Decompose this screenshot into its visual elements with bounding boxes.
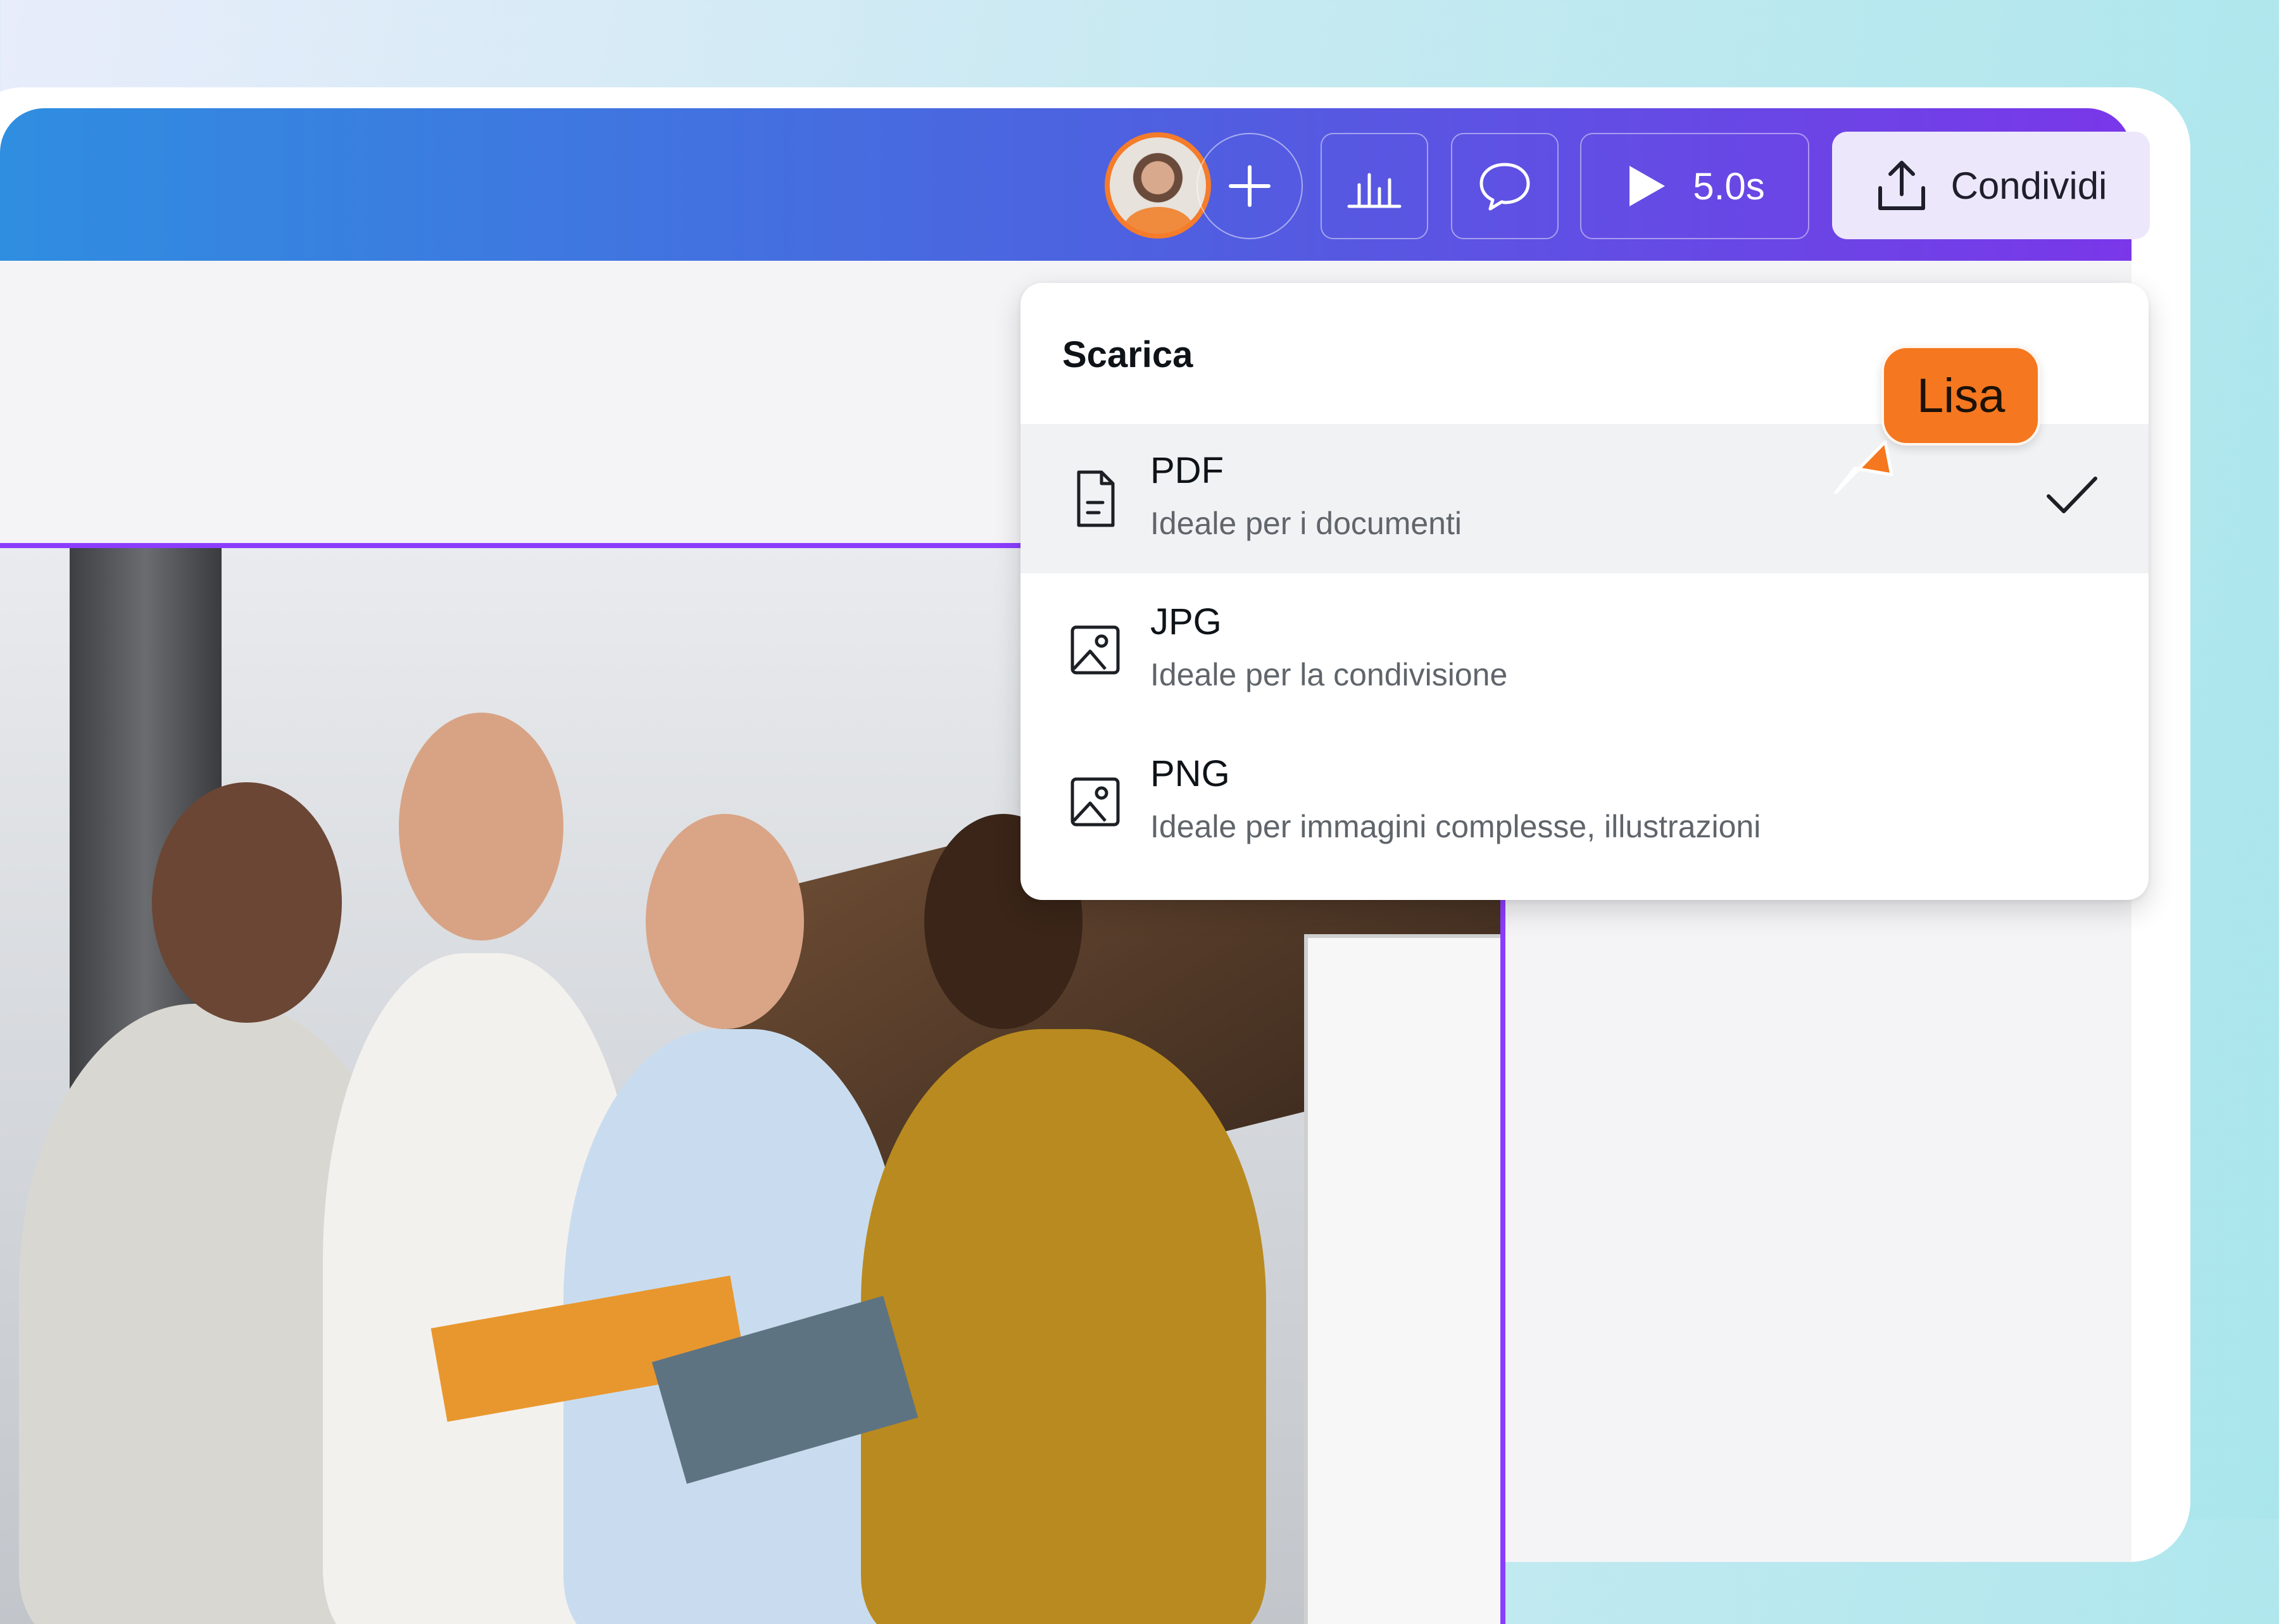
- collaborator-cursor-label: Lisa: [1881, 346, 2041, 446]
- collaborator-avatar[interactable]: [1105, 132, 1211, 239]
- option-label: PDF: [1150, 450, 1224, 491]
- comment-button[interactable]: [1451, 133, 1559, 239]
- person-3-head: [646, 814, 804, 1029]
- download-option-png[interactable]: PNG Ideale per immagini complesse, illus…: [1020, 727, 2149, 877]
- play-button[interactable]: 5.0s: [1580, 133, 1809, 239]
- add-collaborator-button[interactable]: [1196, 133, 1303, 239]
- insights-button[interactable]: [1321, 133, 1428, 239]
- top-toolbar: [0, 108, 2131, 261]
- option-description: Ideale per immagini complesse, illustraz…: [1150, 809, 1761, 844]
- plus-icon: [1229, 165, 1271, 207]
- share-button[interactable]: Condividi: [1832, 132, 2150, 239]
- download-option-pdf[interactable]: PDF Ideale per i documenti: [1020, 424, 2149, 573]
- option-label: PNG: [1150, 753, 1230, 794]
- play-icon: [1629, 166, 1666, 206]
- share-label: Condividi: [1950, 164, 2107, 207]
- bar-chart-icon: [1347, 173, 1402, 208]
- person-1-head: [152, 782, 342, 1023]
- person-4-body: [861, 1029, 1266, 1624]
- option-description: Ideale per la condivisione: [1150, 657, 1508, 692]
- upload-icon: [1878, 161, 1925, 210]
- play-duration: 5.0s: [1693, 165, 1765, 208]
- speech-bubble-icon: [1479, 163, 1530, 211]
- checkmark-icon: [2047, 477, 2097, 513]
- download-option-jpg[interactable]: JPG Ideale per la condivisione: [1020, 575, 2149, 725]
- whiteboard: [1304, 934, 1500, 1624]
- person-2-head: [399, 713, 563, 940]
- option-label: JPG: [1150, 601, 1222, 642]
- image-icon: [1070, 777, 1120, 827]
- collaborator-cursor-icon: [1834, 440, 1893, 494]
- image-icon: [1070, 625, 1120, 675]
- document-icon: [1077, 470, 1115, 527]
- option-description: Ideale per i documenti: [1150, 506, 1462, 541]
- download-menu-title: Scarica: [1062, 334, 1193, 375]
